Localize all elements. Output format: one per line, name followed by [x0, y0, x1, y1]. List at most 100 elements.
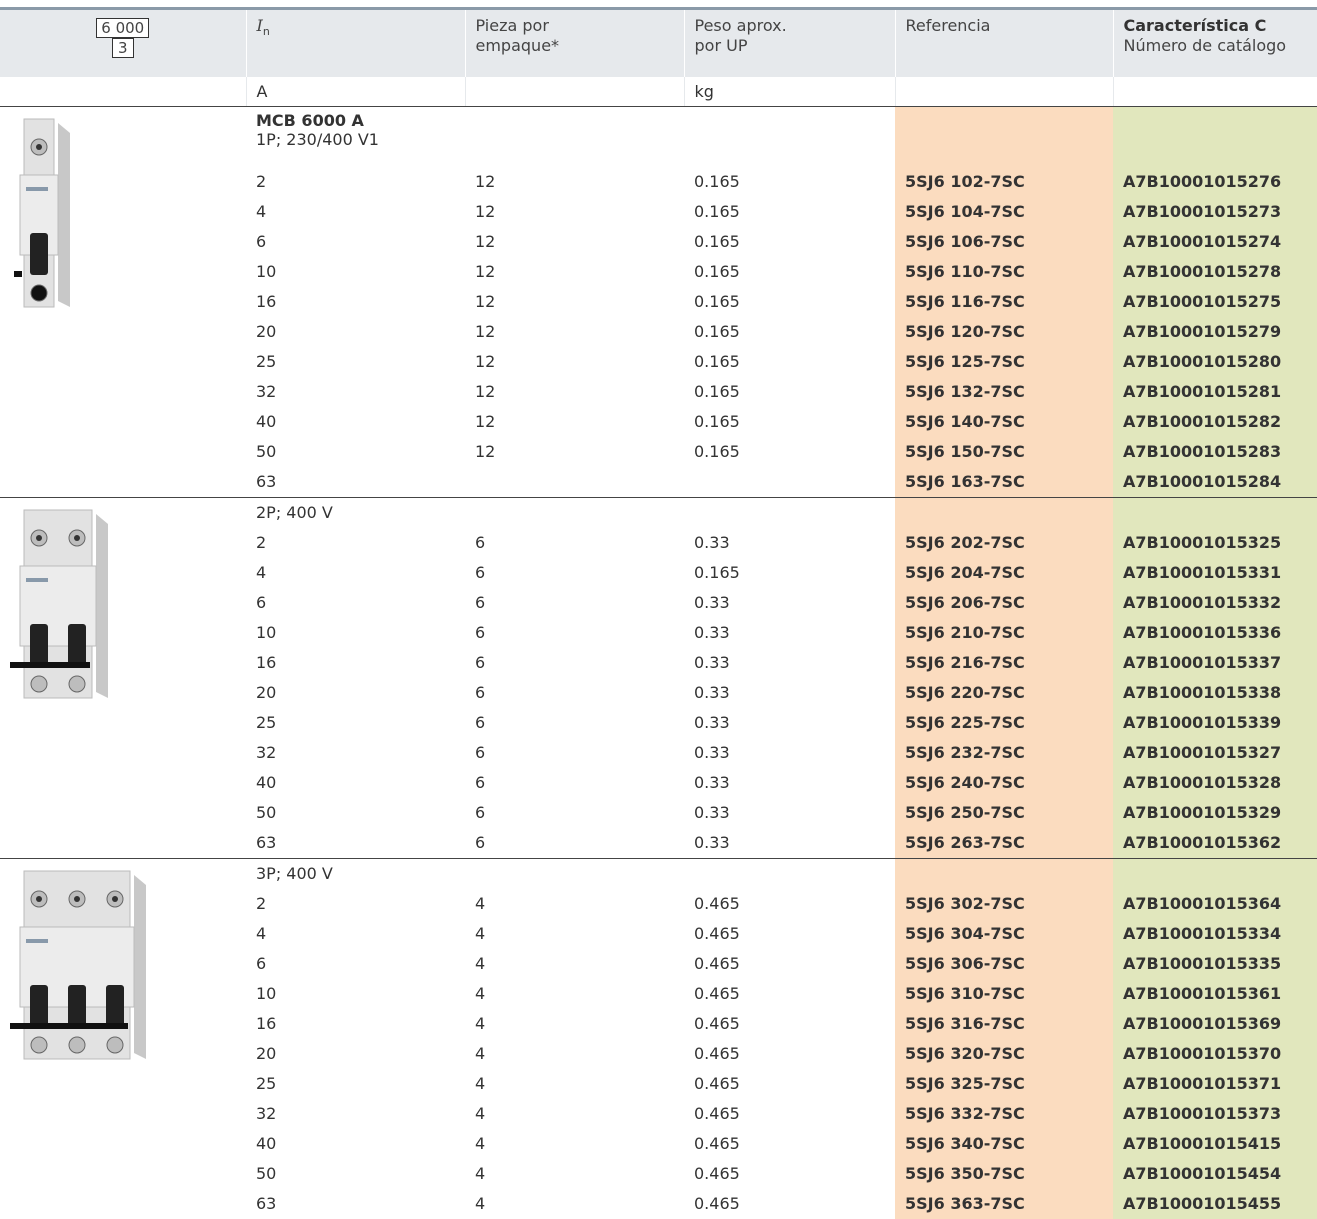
col-header-weight-line1: Peso aprox. — [695, 16, 787, 35]
reference-cell[interactable]: 5SJ6 132-7SC — [895, 377, 1113, 407]
rated-current-cell: 6 — [246, 227, 465, 257]
weight-cell: 0.465 — [684, 1159, 895, 1189]
reference-cell[interactable]: 5SJ6 104-7SC — [895, 197, 1113, 227]
catalog-number-cell[interactable]: A7B10001015332 — [1113, 588, 1317, 618]
catalog-number-cell[interactable]: A7B10001015284 — [1113, 467, 1317, 498]
catalog-number-cell[interactable]: A7B10001015373 — [1113, 1099, 1317, 1129]
catalog-number-cell[interactable]: A7B10001015273 — [1113, 197, 1317, 227]
reference-cell[interactable]: 5SJ6 206-7SC — [895, 588, 1113, 618]
catalog-number-cell[interactable]: A7B10001015281 — [1113, 377, 1317, 407]
reference-cell[interactable]: 5SJ6 363-7SC — [895, 1189, 1113, 1219]
reference-cell[interactable]: 5SJ6 232-7SC — [895, 738, 1113, 768]
catalog-number-cell[interactable]: A7B10001015362 — [1113, 828, 1317, 859]
reference-cell[interactable]: 5SJ6 202-7SC — [895, 528, 1113, 558]
reference-cell[interactable]: 5SJ6 263-7SC — [895, 828, 1113, 859]
weight-cell: 0.465 — [684, 1039, 895, 1069]
rated-current-cell: 25 — [246, 347, 465, 377]
rated-current-cell: 20 — [246, 1039, 465, 1069]
catalog-number-cell[interactable]: A7B10001015282 — [1113, 407, 1317, 437]
reference-cell[interactable]: 5SJ6 320-7SC — [895, 1039, 1113, 1069]
mcb-1-pole-icon — [0, 115, 88, 315]
catalog-number-cell[interactable]: A7B10001015338 — [1113, 678, 1317, 708]
section-header-fill — [465, 498, 684, 529]
reference-cell[interactable]: 5SJ6 116-7SC — [895, 287, 1113, 317]
rated-current-cell: 2 — [246, 889, 465, 919]
reference-cell[interactable]: 5SJ6 125-7SC — [895, 347, 1113, 377]
pieces-cell: 4 — [465, 1189, 684, 1219]
reference-cell[interactable]: 5SJ6 106-7SC — [895, 227, 1113, 257]
weight-cell: 0.465 — [684, 949, 895, 979]
section-title: 2P; 400 V — [246, 498, 465, 529]
weight-cell: 0.33 — [684, 828, 895, 859]
catalog-number-cell[interactable]: A7B10001015454 — [1113, 1159, 1317, 1189]
reference-cell[interactable]: 5SJ6 340-7SC — [895, 1129, 1113, 1159]
reference-cell[interactable]: 5SJ6 250-7SC — [895, 798, 1113, 828]
reference-cell[interactable]: 5SJ6 140-7SC — [895, 407, 1113, 437]
catalog-number-cell[interactable]: A7B10001015283 — [1113, 437, 1317, 467]
catalog-number-cell[interactable]: A7B10001015455 — [1113, 1189, 1317, 1219]
catalog-number-cell[interactable]: A7B10001015327 — [1113, 738, 1317, 768]
catalog-number-cell[interactable]: A7B10001015278 — [1113, 257, 1317, 287]
catalog-number-cell[interactable]: A7B10001015369 — [1113, 1009, 1317, 1039]
col-header-characteristic-title: Característica C — [1124, 16, 1267, 35]
mcb-2-pole-icon — [0, 506, 126, 706]
catalog-number-cell[interactable]: A7B10001015329 — [1113, 798, 1317, 828]
pieces-cell: 4 — [465, 1099, 684, 1129]
reference-cell[interactable]: 5SJ6 220-7SC — [895, 678, 1113, 708]
pieces-cell: 6 — [465, 588, 684, 618]
catalog-number-cell[interactable]: A7B10001015339 — [1113, 708, 1317, 738]
rated-current-cell: 25 — [246, 708, 465, 738]
catalog-number-cell[interactable]: A7B10001015280 — [1113, 347, 1317, 377]
catalog-number-cell[interactable]: A7B10001015279 — [1113, 317, 1317, 347]
reference-cell[interactable]: 5SJ6 102-7SC — [895, 167, 1113, 197]
product-image-cell — [0, 498, 246, 859]
reference-cell[interactable]: 5SJ6 325-7SC — [895, 1069, 1113, 1099]
reference-cell[interactable]: 5SJ6 163-7SC — [895, 467, 1113, 498]
product-image-cell — [0, 859, 246, 1219]
weight-cell: 0.33 — [684, 738, 895, 768]
col-header-characteristic-sub: Número de catálogo — [1124, 36, 1287, 55]
pieces-cell: 12 — [465, 287, 684, 317]
catalog-number-cell[interactable]: A7B10001015275 — [1113, 287, 1317, 317]
reference-cell[interactable]: 5SJ6 225-7SC — [895, 708, 1113, 738]
unit-catalog — [1113, 77, 1317, 107]
weight-cell: 0.33 — [684, 708, 895, 738]
reference-cell[interactable]: 5SJ6 120-7SC — [895, 317, 1113, 347]
reference-cell[interactable]: 5SJ6 310-7SC — [895, 979, 1113, 1009]
catalog-number-cell[interactable]: A7B10001015415 — [1113, 1129, 1317, 1159]
reference-cell[interactable]: 5SJ6 110-7SC — [895, 257, 1113, 287]
reference-cell[interactable]: 5SJ6 316-7SC — [895, 1009, 1113, 1039]
reference-cell[interactable]: 5SJ6 302-7SC — [895, 889, 1113, 919]
reference-cell[interactable]: 5SJ6 216-7SC — [895, 648, 1113, 678]
catalog-number-cell[interactable]: A7B10001015364 — [1113, 889, 1317, 919]
catalog-number-cell[interactable]: A7B10001015274 — [1113, 227, 1317, 257]
catalog-number-cell[interactable]: A7B10001015371 — [1113, 1069, 1317, 1099]
catalog-number-cell[interactable]: A7B10001015328 — [1113, 768, 1317, 798]
catalog-number-cell[interactable]: A7B10001015331 — [1113, 558, 1317, 588]
reference-cell[interactable]: 5SJ6 306-7SC — [895, 949, 1113, 979]
pieces-cell: 12 — [465, 257, 684, 287]
catalog-number-cell[interactable]: A7B10001015370 — [1113, 1039, 1317, 1069]
reference-cell[interactable]: 5SJ6 304-7SC — [895, 919, 1113, 949]
catalog-number-cell[interactable]: A7B10001015334 — [1113, 919, 1317, 949]
catalog-number-cell[interactable]: A7B10001015336 — [1113, 618, 1317, 648]
catalog-number-cell[interactable]: A7B10001015325 — [1113, 528, 1317, 558]
reference-cell[interactable]: 5SJ6 350-7SC — [895, 1159, 1113, 1189]
reference-cell[interactable]: 5SJ6 204-7SC — [895, 558, 1113, 588]
catalog-number-cell[interactable]: A7B10001015335 — [1113, 949, 1317, 979]
reference-cell[interactable]: 5SJ6 332-7SC — [895, 1099, 1113, 1129]
pieces-cell: 6 — [465, 768, 684, 798]
reference-cell[interactable]: 5SJ6 150-7SC — [895, 437, 1113, 467]
col-header-pieces: Pieza por empaque* — [465, 10, 684, 77]
reference-cell[interactable]: 5SJ6 210-7SC — [895, 618, 1113, 648]
section-header-fill — [1113, 859, 1317, 890]
rated-current-cell: 16 — [246, 1009, 465, 1039]
catalog-number-cell[interactable]: A7B10001015361 — [1113, 979, 1317, 1009]
catalog-number-cell[interactable]: A7B10001015337 — [1113, 648, 1317, 678]
catalog-number-cell[interactable]: A7B10001015276 — [1113, 167, 1317, 197]
breaking-capacity-box: 6 000 — [96, 18, 149, 38]
section-header-fill — [684, 498, 895, 529]
reference-cell[interactable]: 5SJ6 240-7SC — [895, 768, 1113, 798]
pieces-cell: 12 — [465, 437, 684, 467]
class-box: 3 — [112, 38, 134, 58]
